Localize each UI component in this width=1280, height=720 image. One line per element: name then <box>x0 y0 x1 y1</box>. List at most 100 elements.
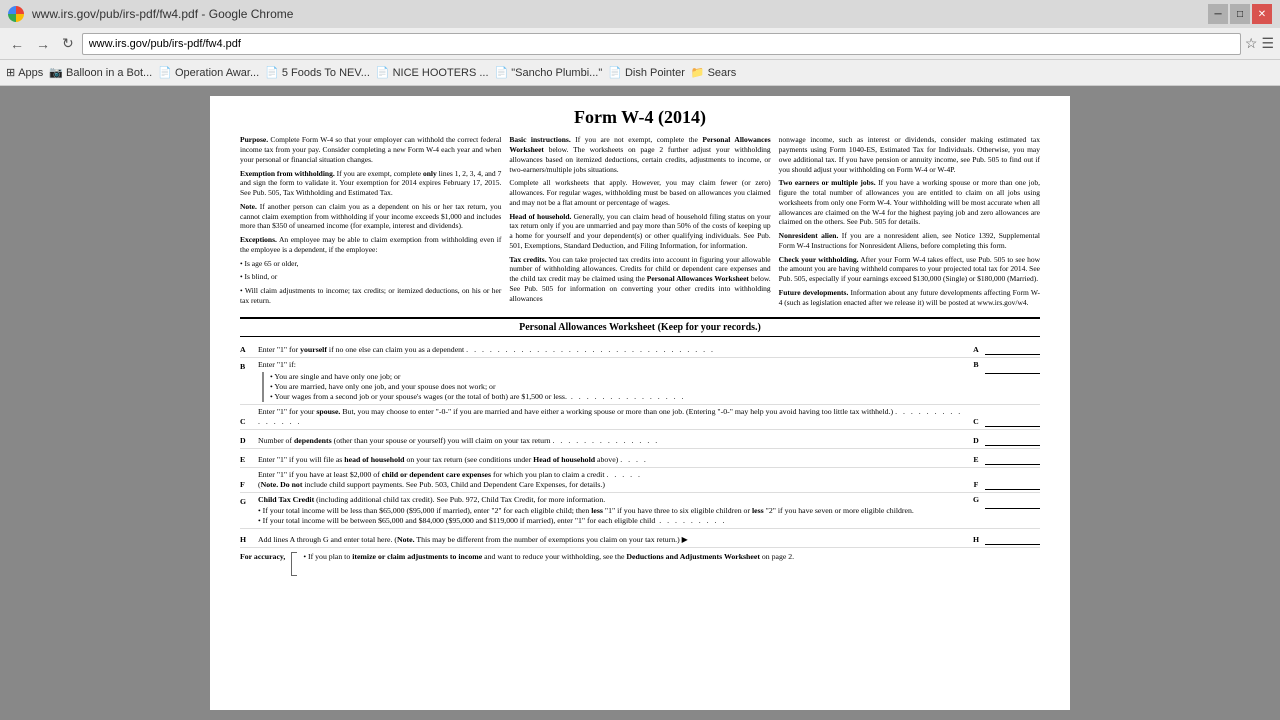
row-f-end-letter: F <box>967 480 985 490</box>
worksheet-row-f: F Enter "1" if you have at least $2,000 … <box>240 468 1040 493</box>
bullet-blind: • Is blind, or <box>240 272 501 282</box>
address-bar[interactable] <box>82 33 1241 55</box>
col3: nonwage income, such as interest or divi… <box>779 135 1040 311</box>
row-b-item2: • You are married, have only one job, an… <box>270 382 567 392</box>
worksheet-row-h: H Add lines A through G and enter total … <box>240 529 1040 548</box>
sears-label: Sears <box>708 67 737 79</box>
row-a-blank[interactable] <box>985 341 1040 355</box>
dish-icon: 📄 <box>608 66 622 79</box>
check-heading: Check your withholding. <box>779 255 859 264</box>
title-bar: www.irs.gov/pub/irs-pdf/fw4.pdf - Google… <box>0 0 1280 28</box>
form-title: Form W-4 (2014) <box>240 106 1040 129</box>
for-accuracy-label: For accuracy, <box>240 552 285 562</box>
window-title: www.irs.gov/pub/irs-pdf/fw4.pdf - Google… <box>32 7 293 21</box>
row-g-letter: G <box>240 495 258 507</box>
row-a-content: Enter "1" for yourself if no one else ca… <box>258 345 967 355</box>
bookmark-dish[interactable]: 📄 Dish Pointer <box>608 66 685 79</box>
balloon-label: Balloon in a Bot... <box>66 67 152 79</box>
bullet-adjustments: • Will claim adjustments to income; tax … <box>240 286 501 306</box>
row-e-content: Enter "1" if you will file as head of ho… <box>258 455 967 465</box>
worksheet-rows: A Enter "1" for yourself if no one else … <box>240 339 1040 575</box>
row-b-item3: • Your wages from a second job or your s… <box>270 392 567 402</box>
bookmark-star-icon[interactable]: ☆ <box>1245 35 1258 52</box>
nonwage-text: nonwage income, such as interest or divi… <box>779 135 1040 174</box>
future-heading: Future developments. <box>779 288 849 297</box>
minimize-button[interactable]: ─ <box>1208 4 1228 24</box>
hooters-icon: 📄 <box>376 66 390 79</box>
bookmark-sears[interactable]: 📁 Sears <box>691 66 736 79</box>
chrome-logo <box>8 6 24 22</box>
row-g-end-letter: G <box>967 495 985 505</box>
operation-icon: 📄 <box>158 66 172 79</box>
apps-bookmark[interactable]: ⊞ Apps <box>6 66 43 79</box>
bookmark-operation[interactable]: 📄 Operation Awar... <box>158 66 259 79</box>
bookmark-hooters[interactable]: 📄 NICE HOOTERS ... <box>376 66 489 79</box>
row-d-content: Number of dependents (other than your sp… <box>258 436 967 446</box>
row-e-blank[interactable] <box>985 451 1040 465</box>
bookmark-sancho[interactable]: 📄 "Sancho Plumbi..." <box>495 66 603 79</box>
row-e-letter: E <box>240 455 258 465</box>
pdf-container: Form W-4 (2014) Purpose. Complete Form W… <box>0 86 1280 720</box>
browser-window: www.irs.gov/pub/irs-pdf/fw4.pdf - Google… <box>0 0 1280 86</box>
row-g-bullet1: • If your total income will be less than… <box>258 506 967 516</box>
exemption-heading: Exemption from withholding. <box>240 169 335 178</box>
maximize-button[interactable]: □ <box>1230 4 1250 24</box>
sancho-label: "Sancho Plumbi..." <box>511 67 602 79</box>
close-button[interactable]: ✕ <box>1252 4 1272 24</box>
note-heading: Note. <box>240 202 257 211</box>
row-g-bullet2: • If your total income will be between $… <box>258 516 967 526</box>
worksheet-title-bar: Personal Allowances Worksheet (Keep for … <box>240 317 1040 337</box>
col1: Purpose. Complete Form W-4 so that your … <box>240 135 501 311</box>
reload-button[interactable]: ↻ <box>58 33 78 54</box>
apps-icon: ⊞ <box>6 66 15 79</box>
dish-label: Dish Pointer <box>625 67 685 79</box>
apps-label: Apps <box>18 67 43 79</box>
row-h-letter: H <box>240 535 258 545</box>
5foods-icon: 📄 <box>265 66 279 79</box>
row-b-item1: • You are single and have only one job; … <box>270 372 567 382</box>
hooters-label: NICE HOOTERS ... <box>393 67 489 79</box>
for-accuracy-row: For accuracy, • If you plan to itemize o… <box>240 552 1040 576</box>
row-c-blank[interactable] <box>985 413 1040 427</box>
balloon-icon: 📷 <box>49 66 63 79</box>
pdf-page: Form W-4 (2014) Purpose. Complete Form W… <box>210 96 1070 710</box>
row-h-content: Add lines A through G and enter total he… <box>258 535 967 545</box>
bookmark-5foods[interactable]: 📄 5 Foods To NEV... <box>265 66 370 79</box>
col2: Basic instructions. If you are not exemp… <box>509 135 770 311</box>
row-c-letter: C <box>240 417 258 427</box>
worksheet-row-c: C Enter "1" for your spouse. But, you ma… <box>240 405 1040 430</box>
row-c-content: Enter "1" for your spouse. But, you may … <box>258 407 967 427</box>
row-d-blank[interactable] <box>985 432 1040 446</box>
worksheet-row-b: B Enter "1" if: • You are single and hav… <box>240 358 1040 405</box>
for-accuracy-content: • If you plan to itemize or claim adjust… <box>303 552 794 562</box>
purpose-heading: Purpose. <box>240 135 268 144</box>
nav-bar: ← → ↻ ☆ ☰ <box>0 28 1280 60</box>
operation-label: Operation Awar... <box>175 67 259 79</box>
note-text: If another person can claim you as a dep… <box>240 202 501 231</box>
row-g-blank[interactable] <box>985 495 1040 509</box>
worksheet-row-e: E Enter "1" if you will file as head of … <box>240 449 1040 468</box>
worksheet-title: Personal Allowances Worksheet <box>519 322 655 333</box>
instructions-columns: Purpose. Complete Form W-4 so that your … <box>240 135 1040 311</box>
bullet-age: • Is age 65 or older, <box>240 259 501 269</box>
row-b-end-letter: B <box>967 360 985 370</box>
row-b-blank[interactable] <box>985 360 1040 374</box>
bookmark-balloon[interactable]: 📷 Balloon in a Bot... <box>49 66 152 79</box>
worksheet-row-d: D Number of dependents (other than your … <box>240 430 1040 449</box>
5foods-label: 5 Foods To NEV... <box>282 67 370 79</box>
for-accuracy-bracket <box>291 552 297 576</box>
worksheet-row-g: G Child Tax Credit (including additional… <box>240 493 1040 528</box>
back-button[interactable]: ← <box>6 34 28 54</box>
two-earners-heading: Two earners or multiple jobs. <box>779 178 876 187</box>
complete-text: Complete all worksheets that apply. Howe… <box>509 178 770 207</box>
tax-heading: Tax credits. <box>509 255 546 264</box>
row-h-blank[interactable] <box>985 531 1040 545</box>
row-f-blank[interactable] <box>985 476 1040 490</box>
bookmarks-bar: ⊞ Apps 📷 Balloon in a Bot... 📄 Operation… <box>0 60 1280 86</box>
row-f-letter: F <box>240 480 258 490</box>
purpose-text: Complete Form W-4 so that your employer … <box>240 135 501 164</box>
forward-button[interactable]: → <box>32 34 54 54</box>
menu-icon[interactable]: ☰ <box>1261 35 1274 52</box>
row-b-content: Enter "1" if: • You are single and have … <box>258 360 967 402</box>
tax-text: You can take projected tax credits into … <box>509 255 770 303</box>
